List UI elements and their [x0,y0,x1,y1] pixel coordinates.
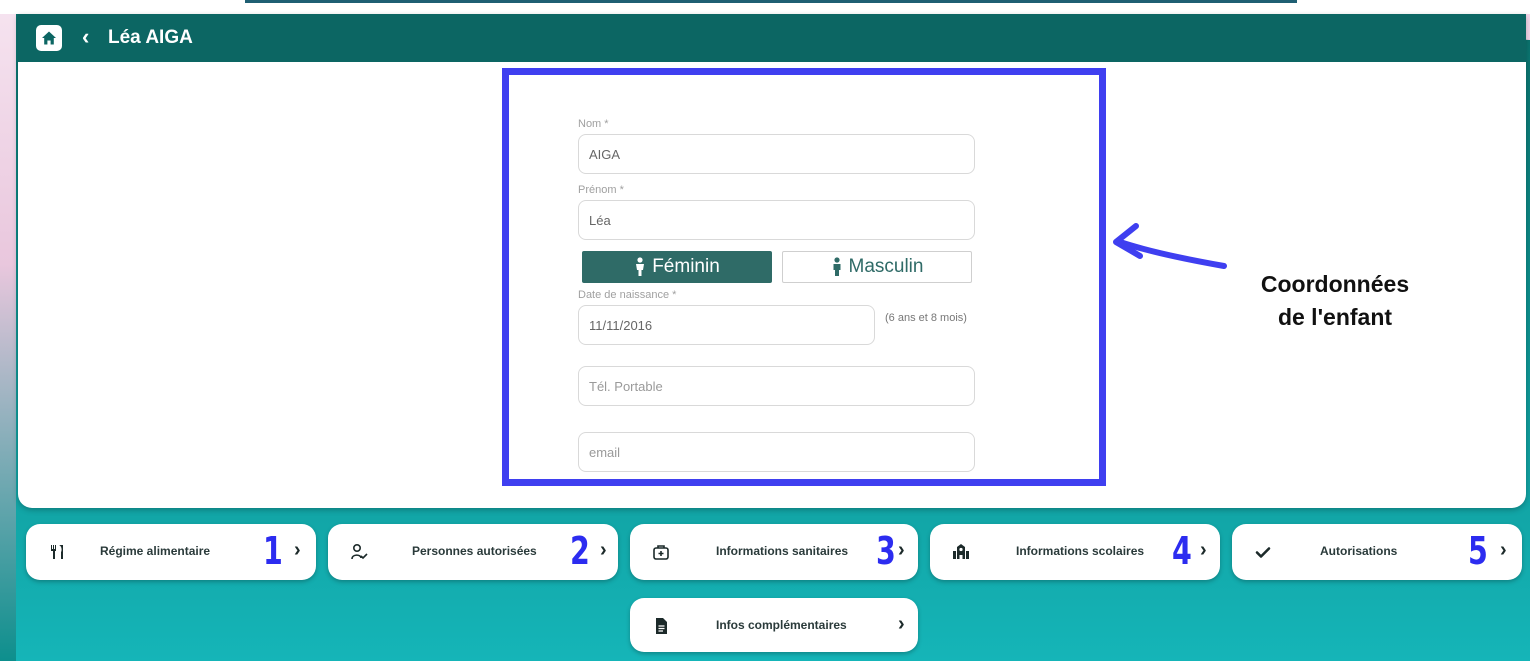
chevron-right-icon: › [898,539,905,561]
school-icon [953,544,969,559]
gender-male-label: Masculin [848,256,924,277]
child-details-form: Nom * AIGA Prénom * Léa Féminin Masculin… [502,68,1106,486]
gender-female-label: Féminin [652,256,720,277]
step-number: 5 [1468,529,1488,573]
arrow-icon [1113,223,1227,269]
step-number: 4 [1172,529,1192,573]
nav-label: Informations sanitaires [716,544,849,558]
medical-kit-icon [653,545,669,560]
step-number: 1 [263,529,283,573]
nav-label: Informations scolaires [1016,544,1145,558]
nav-personnes-autorisees[interactable]: Personnes autorisées 2 › [328,524,618,580]
birthdate-field[interactable]: 11/11/2016 [578,305,875,345]
gender-male-button[interactable]: Masculin [782,251,972,283]
home-icon [42,31,56,45]
nav-autorisations[interactable]: Autorisations 5 › [1232,524,1522,580]
nav-label: Régime alimentaire [100,544,211,558]
header-bar: ‹ Léa AIGA [18,14,1526,62]
nav-label: Personnes autorisées [412,544,537,558]
checkmark-icon [1255,547,1271,558]
nom-label: Nom * [578,118,609,130]
callout-line1: Coordonnées [1260,271,1410,297]
document-icon [656,618,667,634]
male-person-icon [833,257,840,276]
nav-informations-scolaires[interactable]: Informations scolaires 4 › [930,524,1220,580]
prenom-field[interactable]: Léa [578,200,975,240]
main-panel: ‹ Léa AIGA Nom * AIGA Prénom * Léa Fémin… [18,14,1526,508]
nav-informations-sanitaires[interactable]: Informations sanitaires 3 › [630,524,918,580]
email-field[interactable]: email [578,432,975,472]
utensils-icon [51,545,63,559]
chevron-right-icon: › [1500,539,1507,561]
background-decoration [0,0,16,661]
prenom-label: Prénom * [578,184,624,196]
callout-line2: de l'enfant [1277,304,1393,330]
chevron-right-icon: › [1200,539,1207,561]
person-check-icon [351,543,368,560]
nav-regime-alimentaire[interactable]: Régime alimentaire 1 › [26,524,316,580]
phone-field[interactable]: Tél. Portable [578,366,975,406]
chevron-right-icon: › [898,613,905,635]
step-number: 3 [876,529,896,573]
back-button[interactable]: ‹ [82,26,89,48]
step-number: 2 [570,529,590,573]
callout-text: Coordonnées de l'enfant [1205,268,1465,334]
age-note: (6 ans et 8 mois) [885,312,967,324]
top-strip [0,0,1530,14]
nav-infos-complementaires[interactable]: Infos complémentaires › [630,598,918,652]
female-person-icon [636,257,645,276]
nav-label: Autorisations [1320,544,1398,558]
chevron-right-icon: › [294,539,301,561]
chevron-right-icon: › [600,539,607,561]
birthdate-label: Date de naissance * [578,289,677,301]
nav-label: Infos complémentaires [716,618,847,632]
nom-field[interactable]: AIGA [578,134,975,174]
gender-female-button[interactable]: Féminin [582,251,772,283]
page-title: Léa AIGA [108,27,193,48]
home-button[interactable] [36,25,62,51]
